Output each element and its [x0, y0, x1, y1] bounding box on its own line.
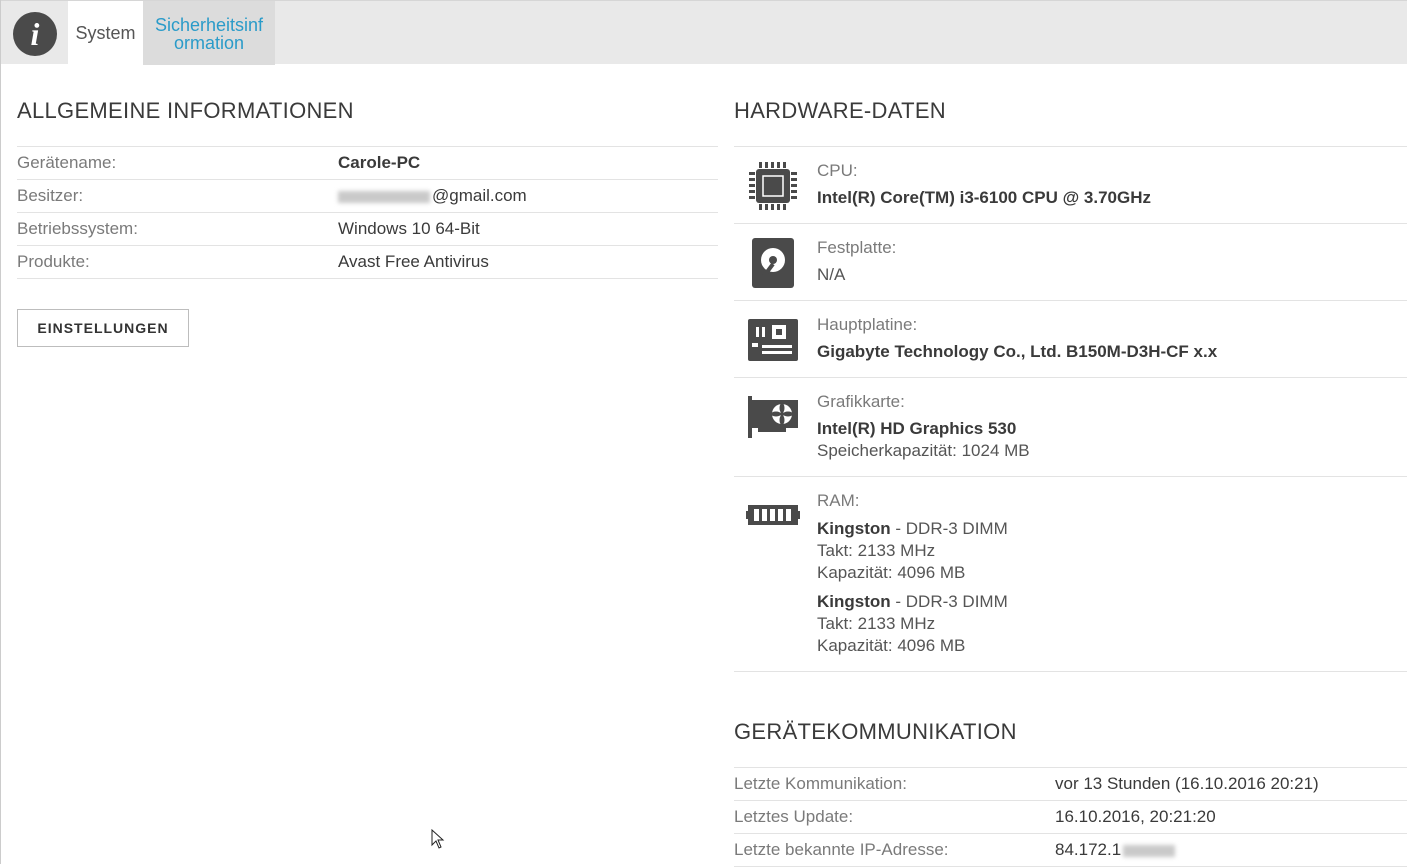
ram-clock: Takt: 2133 MHz	[817, 614, 936, 633]
disk-value: N/A	[817, 265, 846, 284]
owner-email-domain: @gmail.com	[432, 186, 527, 205]
ram-module: Kingston - DDR-3 DIMM Takt: 2133 MHz Kap…	[817, 591, 1008, 657]
motherboard-icon	[748, 319, 798, 361]
disk-label: Festplatte:	[817, 238, 897, 257]
tab-security-information[interactable]: Sicherheitsinf ormation	[143, 1, 275, 65]
table-row: Letzte bekannte IP-Adresse: 84.172.1	[734, 834, 1407, 867]
ip-prefix: 84.172.1	[1055, 840, 1122, 859]
info-icon: i	[13, 12, 57, 56]
table-row: Besitzer: @gmail.com	[17, 180, 718, 213]
graphics-info: Grafikkarte: Intel(R) HD Graphics 530 Sp…	[817, 391, 1030, 462]
hardware-row-ram: RAM: Kingston - DDR-3 DIMM Takt: 2133 MH…	[734, 477, 1407, 672]
last-communication-value: vor 13 Stunden (16.10.2016 20:21)	[1055, 774, 1319, 793]
ram-type: - DDR-3 DIMM	[890, 519, 1008, 538]
ram-info: RAM: Kingston - DDR-3 DIMM Takt: 2133 MH…	[817, 490, 1008, 657]
graphics-value: Intel(R) HD Graphics 530	[817, 419, 1017, 438]
os-value: Windows 10 64-Bit	[338, 219, 480, 238]
general-info-heading: ALLGEMEINE INFORMATIONEN	[17, 98, 354, 123]
tab-label-line2: ormation	[173, 33, 245, 53]
cpu-icon	[749, 162, 797, 210]
cpu-info: CPU: Intel(R) Core(TM) i3-6100 CPU @ 3.7…	[817, 160, 1151, 209]
mouse-cursor-icon	[431, 829, 445, 849]
graphics-memory: Speicherkapazität: 1024 MB	[817, 441, 1030, 460]
last-ip-label: Letzte bekannte IP-Adresse:	[734, 840, 949, 859]
owner-value: @gmail.com	[338, 180, 527, 212]
table-row: Produkte: Avast Free Antivirus	[17, 246, 718, 279]
ram-brand: Kingston	[817, 592, 891, 611]
products-label: Produkte:	[17, 252, 90, 271]
hardware-heading: HARDWARE-DATEN	[734, 98, 946, 123]
cpu-label: CPU:	[817, 161, 858, 180]
graphics-label: Grafikkarte:	[817, 392, 905, 411]
general-info-table: Gerätename: Carole-PC Besitzer: @gmail.c…	[17, 146, 718, 279]
motherboard-info: Hauptplatine: Gigabyte Technology Co., L…	[817, 314, 1217, 363]
cpu-value: Intel(R) Core(TM) i3-6100 CPU @ 3.70GHz	[817, 188, 1151, 207]
last-update-label: Letztes Update:	[734, 807, 854, 826]
last-update-value: 16.10.2016, 20:21:20	[1055, 807, 1216, 826]
disk-info: Festplatte: N/A	[817, 237, 896, 286]
table-row: Letzte Kommunikation: vor 13 Stunden (16…	[734, 768, 1407, 801]
hard-disk-icon	[752, 238, 794, 288]
last-communication-label: Letzte Kommunikation:	[734, 774, 907, 793]
graphics-card-icon	[748, 396, 798, 438]
hardware-row-cpu: CPU: Intel(R) Core(TM) i3-6100 CPU @ 3.7…	[734, 147, 1407, 224]
motherboard-value: Gigabyte Technology Co., Ltd. B150M-D3H-…	[817, 342, 1218, 361]
communication-heading: GERÄTEKOMMUNIKATION	[734, 719, 1017, 744]
table-row: Letztes Update: 16.10.2016, 20:21:20	[734, 801, 1407, 834]
owner-label: Besitzer:	[17, 186, 84, 205]
hardware-row-graphics: Grafikkarte: Intel(R) HD Graphics 530 Sp…	[734, 378, 1407, 477]
table-row: Betriebssystem: Windows 10 64-Bit	[17, 213, 718, 246]
tab-system[interactable]: System	[68, 1, 143, 65]
ram-clock: Takt: 2133 MHz	[817, 541, 936, 560]
products-value: Avast Free Antivirus	[338, 252, 489, 271]
last-ip-value: 84.172.1	[1055, 834, 1177, 866]
hardware-row-disk: Festplatte: N/A	[734, 224, 1407, 301]
ram-icon	[746, 505, 800, 525]
tab-label-line1: Sicherheitsinf	[154, 15, 264, 35]
hardware-row-motherboard: Hauptplatine: Gigabyte Technology Co., L…	[734, 301, 1407, 378]
ram-capacity: Kapazität: 4096 MB	[817, 636, 966, 655]
communication-table: Letzte Kommunikation: vor 13 Stunden (16…	[734, 767, 1407, 867]
ram-type: - DDR-3 DIMM	[890, 592, 1008, 611]
device-name-value: Carole-PC	[338, 153, 421, 172]
ram-brand: Kingston	[817, 519, 891, 538]
hardware-list: CPU: Intel(R) Core(TM) i3-6100 CPU @ 3.7…	[734, 146, 1407, 672]
table-row: Gerätename: Carole-PC	[17, 147, 718, 180]
ram-label: RAM:	[817, 491, 860, 510]
redacted-mask	[338, 190, 430, 203]
motherboard-label: Hauptplatine:	[817, 315, 918, 334]
ram-capacity: Kapazität: 4096 MB	[817, 563, 966, 582]
ram-module: Kingston - DDR-3 DIMM Takt: 2133 MHz Kap…	[817, 518, 1008, 584]
top-bar: i System Sicherheitsinf ormation	[1, 0, 1407, 65]
settings-button[interactable]: EINSTELLUNGEN	[17, 309, 189, 347]
os-label: Betriebssystem:	[17, 219, 138, 238]
device-name-label: Gerätename:	[17, 153, 117, 172]
redacted-mask	[1123, 844, 1176, 857]
